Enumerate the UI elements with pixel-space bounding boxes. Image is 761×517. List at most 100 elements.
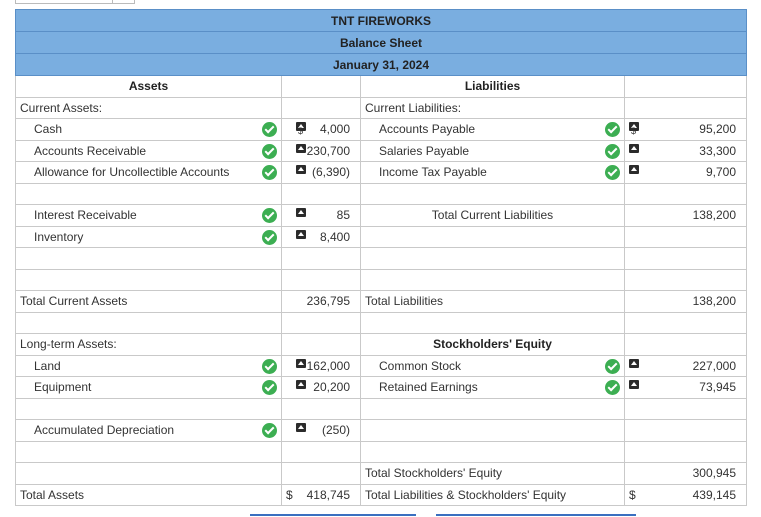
accounts-payable-account-field[interactable]: Accounts Payable [360,118,625,141]
income-tax-payable-label: Income Tax Payable [379,165,487,180]
total-current-liabilities-label: Total Current Liabilities [360,204,625,227]
total-stockholders-equity-value: 300,945 [624,462,747,485]
empty-account-field[interactable] [360,182,625,205]
inventory-amount-field[interactable]: 8,400 [281,225,361,248]
flag-icon [629,165,639,174]
accumulated-depreciation-account-field[interactable]: Accumulated Depreciation [15,419,282,442]
allowance-label: Allowance for Uncollectible Accounts [34,165,230,180]
flag-icon [296,208,306,217]
flag-icon [629,143,639,153]
interest-receivable-label: Interest Receivable [34,208,137,223]
empty-amount-field[interactable] [281,247,361,270]
accumulated-depreciation-amount-field[interactable]: (250) [281,419,361,442]
salaries-payable-label: Salaries Payable [379,143,470,158]
total-liabilities-label: Total Liabilities [360,290,625,313]
check-icon [262,165,277,180]
check-icon [605,358,620,374]
interest-receivable-account-field[interactable]: Interest Receivable [15,204,282,227]
check-icon [262,143,277,159]
assets-heading: Assets [15,75,282,98]
total-assets-value: 418,745 [306,487,350,502]
allowance-account-field[interactable]: Allowance for Uncollectible Accounts [15,161,282,184]
equipment-label: Equipment [34,380,92,395]
total-current-assets-value: 236,795 [281,290,361,313]
empty-amount-field[interactable] [624,182,747,205]
flag-icon [296,229,306,239]
empty-account-field[interactable] [15,182,282,205]
top-border-stub-divider [112,0,135,4]
land-value: 162,000 [306,358,350,373]
income-tax-payable-amount-field[interactable]: 9,700 [624,161,747,184]
balance-sheet: TNT FIREWORKS Balance Sheet January 31, … [15,9,747,506]
flag-icon [629,358,639,368]
common-stock-account-field[interactable]: Common Stock [360,354,625,377]
interest-receivable-amount-field[interactable]: 85 [281,204,361,227]
check-icon [262,208,277,223]
cash-label: Cash [34,122,63,137]
current-liabilities-label: Current Liabilities: [360,96,625,119]
flag-icon [296,358,306,368]
empty-account-field[interactable] [15,397,282,420]
currency-symbol: $ [298,126,304,136]
statement-title: Balance Sheet [15,31,747,54]
accounts-receivable-label: Accounts Receivable [34,143,147,158]
check-icon [605,122,620,137]
stockholders-equity-heading: Stockholders' Equity [360,333,625,356]
total-assets-label: Total Assets [15,483,282,506]
scroll-tab-indicator[interactable] [250,514,416,516]
allowance-amount-field[interactable]: (6,390) [281,161,361,184]
land-amount-field[interactable]: 162,000 [281,354,361,377]
total-liabilities-value: 138,200 [624,290,747,313]
empty-amount-field[interactable] [281,397,361,420]
flag-icon [629,380,639,389]
total-liabilities-equity-value: 439,145 [692,487,736,502]
common-stock-amount-field[interactable]: 227,000 [624,354,747,377]
income-tax-payable-value: 9,700 [705,165,736,180]
cash-amount-field[interactable]: $4,000 [281,118,361,141]
empty-account-field[interactable] [15,247,282,270]
flag-icon [296,165,306,174]
check-icon [605,143,620,159]
total-assets-cell: $418,745 [281,483,361,506]
scroll-tab-indicator[interactable] [436,514,636,516]
empty-amount-field[interactable] [281,182,361,205]
accounts-receivable-amount-field[interactable]: 230,700 [281,139,361,162]
currency-symbol: $ [631,126,637,136]
accounts-receivable-account-field[interactable]: Accounts Receivable [15,139,282,162]
retained-earnings-account-field[interactable]: Retained Earnings [360,376,625,399]
interest-receivable-value: 85 [336,208,350,223]
check-icon [262,358,277,374]
empty-amount-field[interactable] [624,397,747,420]
accounts-payable-amount-field[interactable]: $95,200 [624,118,747,141]
empty-account-field[interactable] [360,397,625,420]
salaries-payable-account-field[interactable]: Salaries Payable [360,139,625,162]
total-assets-currency: $ [286,487,293,502]
retained-earnings-amount-field[interactable]: 73,945 [624,376,747,399]
equipment-account-field[interactable]: Equipment [15,376,282,399]
check-icon [605,165,620,180]
income-tax-payable-account-field[interactable]: Income Tax Payable [360,161,625,184]
common-stock-value: 227,000 [692,358,736,373]
long-term-assets-label: Long-term Assets: [15,333,282,356]
equipment-amount-field[interactable]: 20,200 [281,376,361,399]
allowance-value: (6,390) [311,165,350,180]
total-stockholders-equity-label: Total Stockholders' Equity [360,462,625,485]
salaries-payable-amount-field[interactable]: 33,300 [624,139,747,162]
check-icon [262,122,277,137]
retained-earnings-value: 73,945 [699,380,736,395]
inventory-label: Inventory [34,229,84,244]
salaries-payable-value: 33,300 [699,143,736,158]
inventory-value: 8,400 [319,229,350,244]
land-account-field[interactable]: Land [15,354,282,377]
flag-icon [296,143,306,153]
cash-account-field[interactable]: Cash [15,118,282,141]
check-icon [262,380,277,395]
accounts-payable-value: 95,200 [699,122,736,137]
total-current-assets-label: Total Current Assets [15,290,282,313]
current-assets-label: Current Assets: [15,96,282,119]
common-stock-label: Common Stock [379,358,462,373]
flag-icon [296,380,306,389]
total-current-liabilities-value: 138,200 [624,204,747,227]
equipment-value: 20,200 [313,380,350,395]
inventory-account-field[interactable]: Inventory [15,225,282,248]
